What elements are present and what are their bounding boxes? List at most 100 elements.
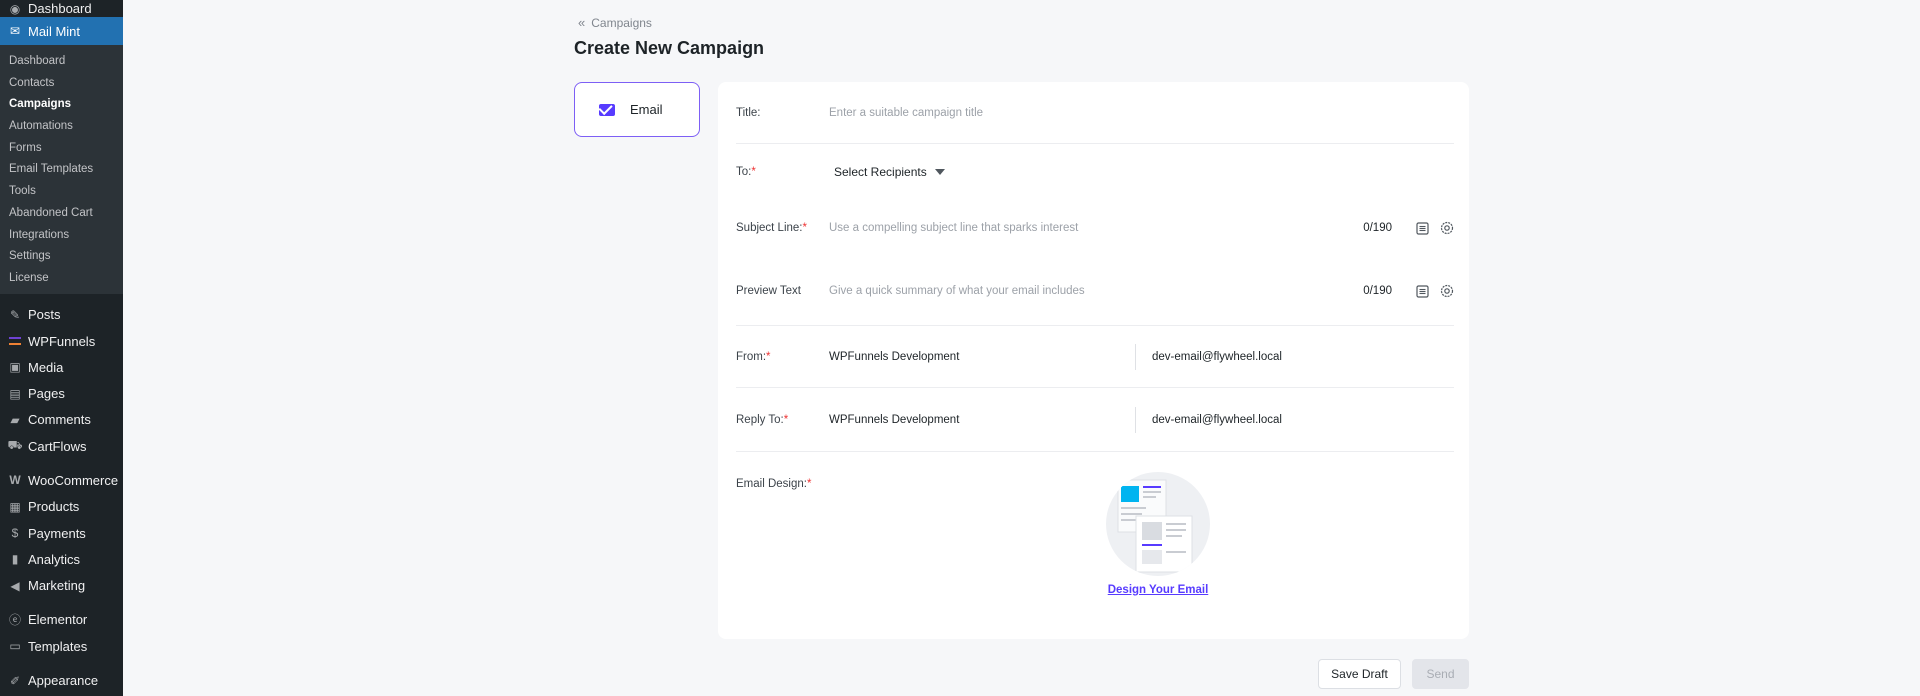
sidebar-item-comments[interactable]: ▰ Comments <box>0 407 123 433</box>
sidebar-item-label: Products <box>28 499 80 515</box>
design-your-email-link[interactable]: Design Your Email <box>1106 584 1210 596</box>
merge-tags-icon[interactable] <box>1415 221 1429 235</box>
submenu-item-abandoned-cart[interactable]: Abandoned Cart <box>0 203 123 225</box>
pages-icon: ▤ <box>9 386 21 401</box>
mail-mint-submenu: Dashboard Contacts Campaigns Automations… <box>0 45 123 294</box>
ai-settings-icon[interactable] <box>1440 284 1454 298</box>
breadcrumb[interactable]: « Campaigns <box>578 15 652 30</box>
submenu-item-integrations[interactable]: Integrations <box>0 225 123 247</box>
submenu-item-contacts[interactable]: Contacts <box>0 73 123 95</box>
sidebar-item-label: Appearance <box>28 673 99 689</box>
submenu-item-automations[interactable]: Automations <box>0 116 123 138</box>
woocommerce-icon: W <box>9 473 21 488</box>
send-button[interactable]: Send <box>1412 659 1469 689</box>
comments-icon: ▰ <box>10 412 20 427</box>
sidebar-item-analytics[interactable]: ▮ Analytics <box>0 546 123 572</box>
sidebar-item-woocommerce[interactable]: W WooCommerce <box>0 467 123 493</box>
campaign-type-label: Email <box>630 102 663 117</box>
sidebar-item-label: Posts <box>28 307 61 323</box>
sidebar-item-label: Marketing <box>28 578 86 594</box>
sidebar-item-label: Media <box>28 359 64 375</box>
from-email-input[interactable]: dev-email@flywheel.local <box>1136 351 1282 363</box>
sidebar-item-payments[interactable]: $ Payments <box>0 520 123 546</box>
select-recipients-dropdown[interactable]: Select Recipients <box>829 165 945 179</box>
breadcrumb-link[interactable]: Campaigns <box>591 16 652 30</box>
preview-label: Preview Text <box>736 285 801 297</box>
submenu-item-settings[interactable]: Settings <box>0 246 123 268</box>
reply-to-label: Reply To:* <box>736 413 789 426</box>
preview-input[interactable]: Give a quick summary of what your email … <box>829 285 1363 297</box>
sidebar-item-label: CartFlows <box>28 438 87 454</box>
marketing-icon: ◀ <box>10 578 20 593</box>
double-chevron-left-icon: « <box>578 15 585 30</box>
sidebar-item-wpfunnels[interactable]: WPFunnels <box>0 328 123 354</box>
submenu-item-email-templates[interactable]: Email Templates <box>0 159 123 181</box>
ai-settings-icon[interactable] <box>1440 221 1454 235</box>
dashboard-icon: ◉ <box>9 1 21 16</box>
caret-down-icon <box>934 168 945 175</box>
sidebar-item-elementor[interactable]: ⓔ Elementor <box>0 607 123 633</box>
sidebar-item-label: WPFunnels <box>28 333 96 349</box>
sidebar-item-label: Comments <box>28 412 91 428</box>
subject-counter: 0/190 <box>1363 222 1392 234</box>
media-icon: ▣ <box>9 360 21 375</box>
sidebar-item-marketing[interactable]: ◀ Marketing <box>0 573 123 599</box>
reply-to-row: Reply To:* WPFunnels Development dev-ema… <box>736 388 1454 452</box>
sidebar-item-label: Pages <box>28 386 65 402</box>
to-row: To:* Select Recipients <box>736 144 1454 199</box>
submenu-item-forms[interactable]: Forms <box>0 138 123 160</box>
submenu-item-tools[interactable]: Tools <box>0 181 123 203</box>
subject-row: Subject Line:* Use a compelling subject … <box>736 199 1454 257</box>
envelope-icon <box>599 103 615 116</box>
subject-label: Subject Line:* <box>736 222 807 234</box>
admin-sidebar: ◉ Dashboard ✉ Mail Mint Dashboard Contac… <box>0 0 123 696</box>
email-design-illustration <box>1106 472 1210 576</box>
title-input[interactable]: Enter a suitable campaign title <box>829 107 1454 119</box>
preview-row: Preview Text Give a quick summary of wha… <box>736 257 1454 326</box>
sidebar-item-cartflows[interactable]: ⛟ CartFlows <box>0 433 123 459</box>
sidebar-item-posts[interactable]: ✎ Posts <box>0 302 123 328</box>
pin-icon: ✎ <box>9 307 21 322</box>
page-title: Create New Campaign <box>574 38 765 58</box>
sidebar-item-appearance[interactable]: ✐ Appearance <box>0 667 123 693</box>
sidebar-item-label: Analytics <box>28 551 81 567</box>
payments-icon: $ <box>11 526 19 541</box>
submenu-item-campaigns[interactable]: Campaigns <box>0 94 123 116</box>
from-row: From:* WPFunnels Development dev-email@f… <box>736 326 1454 388</box>
campaign-type-email-tab[interactable]: Email <box>574 82 700 137</box>
from-label: From:* <box>736 350 771 363</box>
email-design-section: Email Design:* Design Your Email <box>736 472 1454 612</box>
sidebar-item-products[interactable]: ▦ Products <box>0 494 123 520</box>
merge-tags-icon[interactable] <box>1415 284 1429 298</box>
sidebar-item-templates[interactable]: ▭ Templates <box>0 633 123 659</box>
sidebar-item-label: WooCommerce <box>28 472 119 488</box>
elementor-icon: ⓔ <box>8 613 21 628</box>
save-draft-button[interactable]: Save Draft <box>1318 659 1401 689</box>
from-name-input[interactable]: WPFunnels Development <box>829 343 1136 370</box>
sidebar-item-media[interactable]: ▣ Media <box>0 354 123 380</box>
preview-counter: 0/190 <box>1363 285 1392 297</box>
wpfunnels-icon <box>7 333 23 349</box>
to-label: To:* <box>736 165 756 178</box>
appearance-icon: ✐ <box>9 673 21 688</box>
sidebar-item-dashboard[interactable]: ◉ Dashboard <box>0 0 123 17</box>
submenu-item-license[interactable]: License <box>0 268 123 290</box>
sidebar-item-label: Templates <box>28 638 88 654</box>
sidebar-item-label: Mail Mint <box>28 23 81 39</box>
campaign-form: Title: Enter a suitable campaign title T… <box>718 82 1469 639</box>
sidebar-item-pages[interactable]: ▤ Pages <box>0 380 123 406</box>
mail-icon: ✉ <box>9 24 21 38</box>
sidebar-item-label: Elementor <box>28 612 88 628</box>
title-label: Title: <box>736 106 761 119</box>
sidebar-item-label: Payments <box>28 525 86 541</box>
products-icon: ▦ <box>9 499 21 514</box>
templates-icon: ▭ <box>9 639 21 654</box>
sidebar-item-mail-mint[interactable]: ✉ Mail Mint <box>0 17 123 45</box>
sidebar-item-label: Dashboard <box>28 1 92 16</box>
subject-input[interactable]: Use a compelling subject line that spark… <box>829 222 1363 234</box>
analytics-icon: ▮ <box>11 552 19 567</box>
submenu-item-dashboard[interactable]: Dashboard <box>0 51 123 73</box>
reply-to-name-input[interactable]: WPFunnels Development <box>829 406 1136 433</box>
select-recipients-label: Select Recipients <box>834 164 927 179</box>
reply-to-email-input[interactable]: dev-email@flywheel.local <box>1136 414 1282 426</box>
